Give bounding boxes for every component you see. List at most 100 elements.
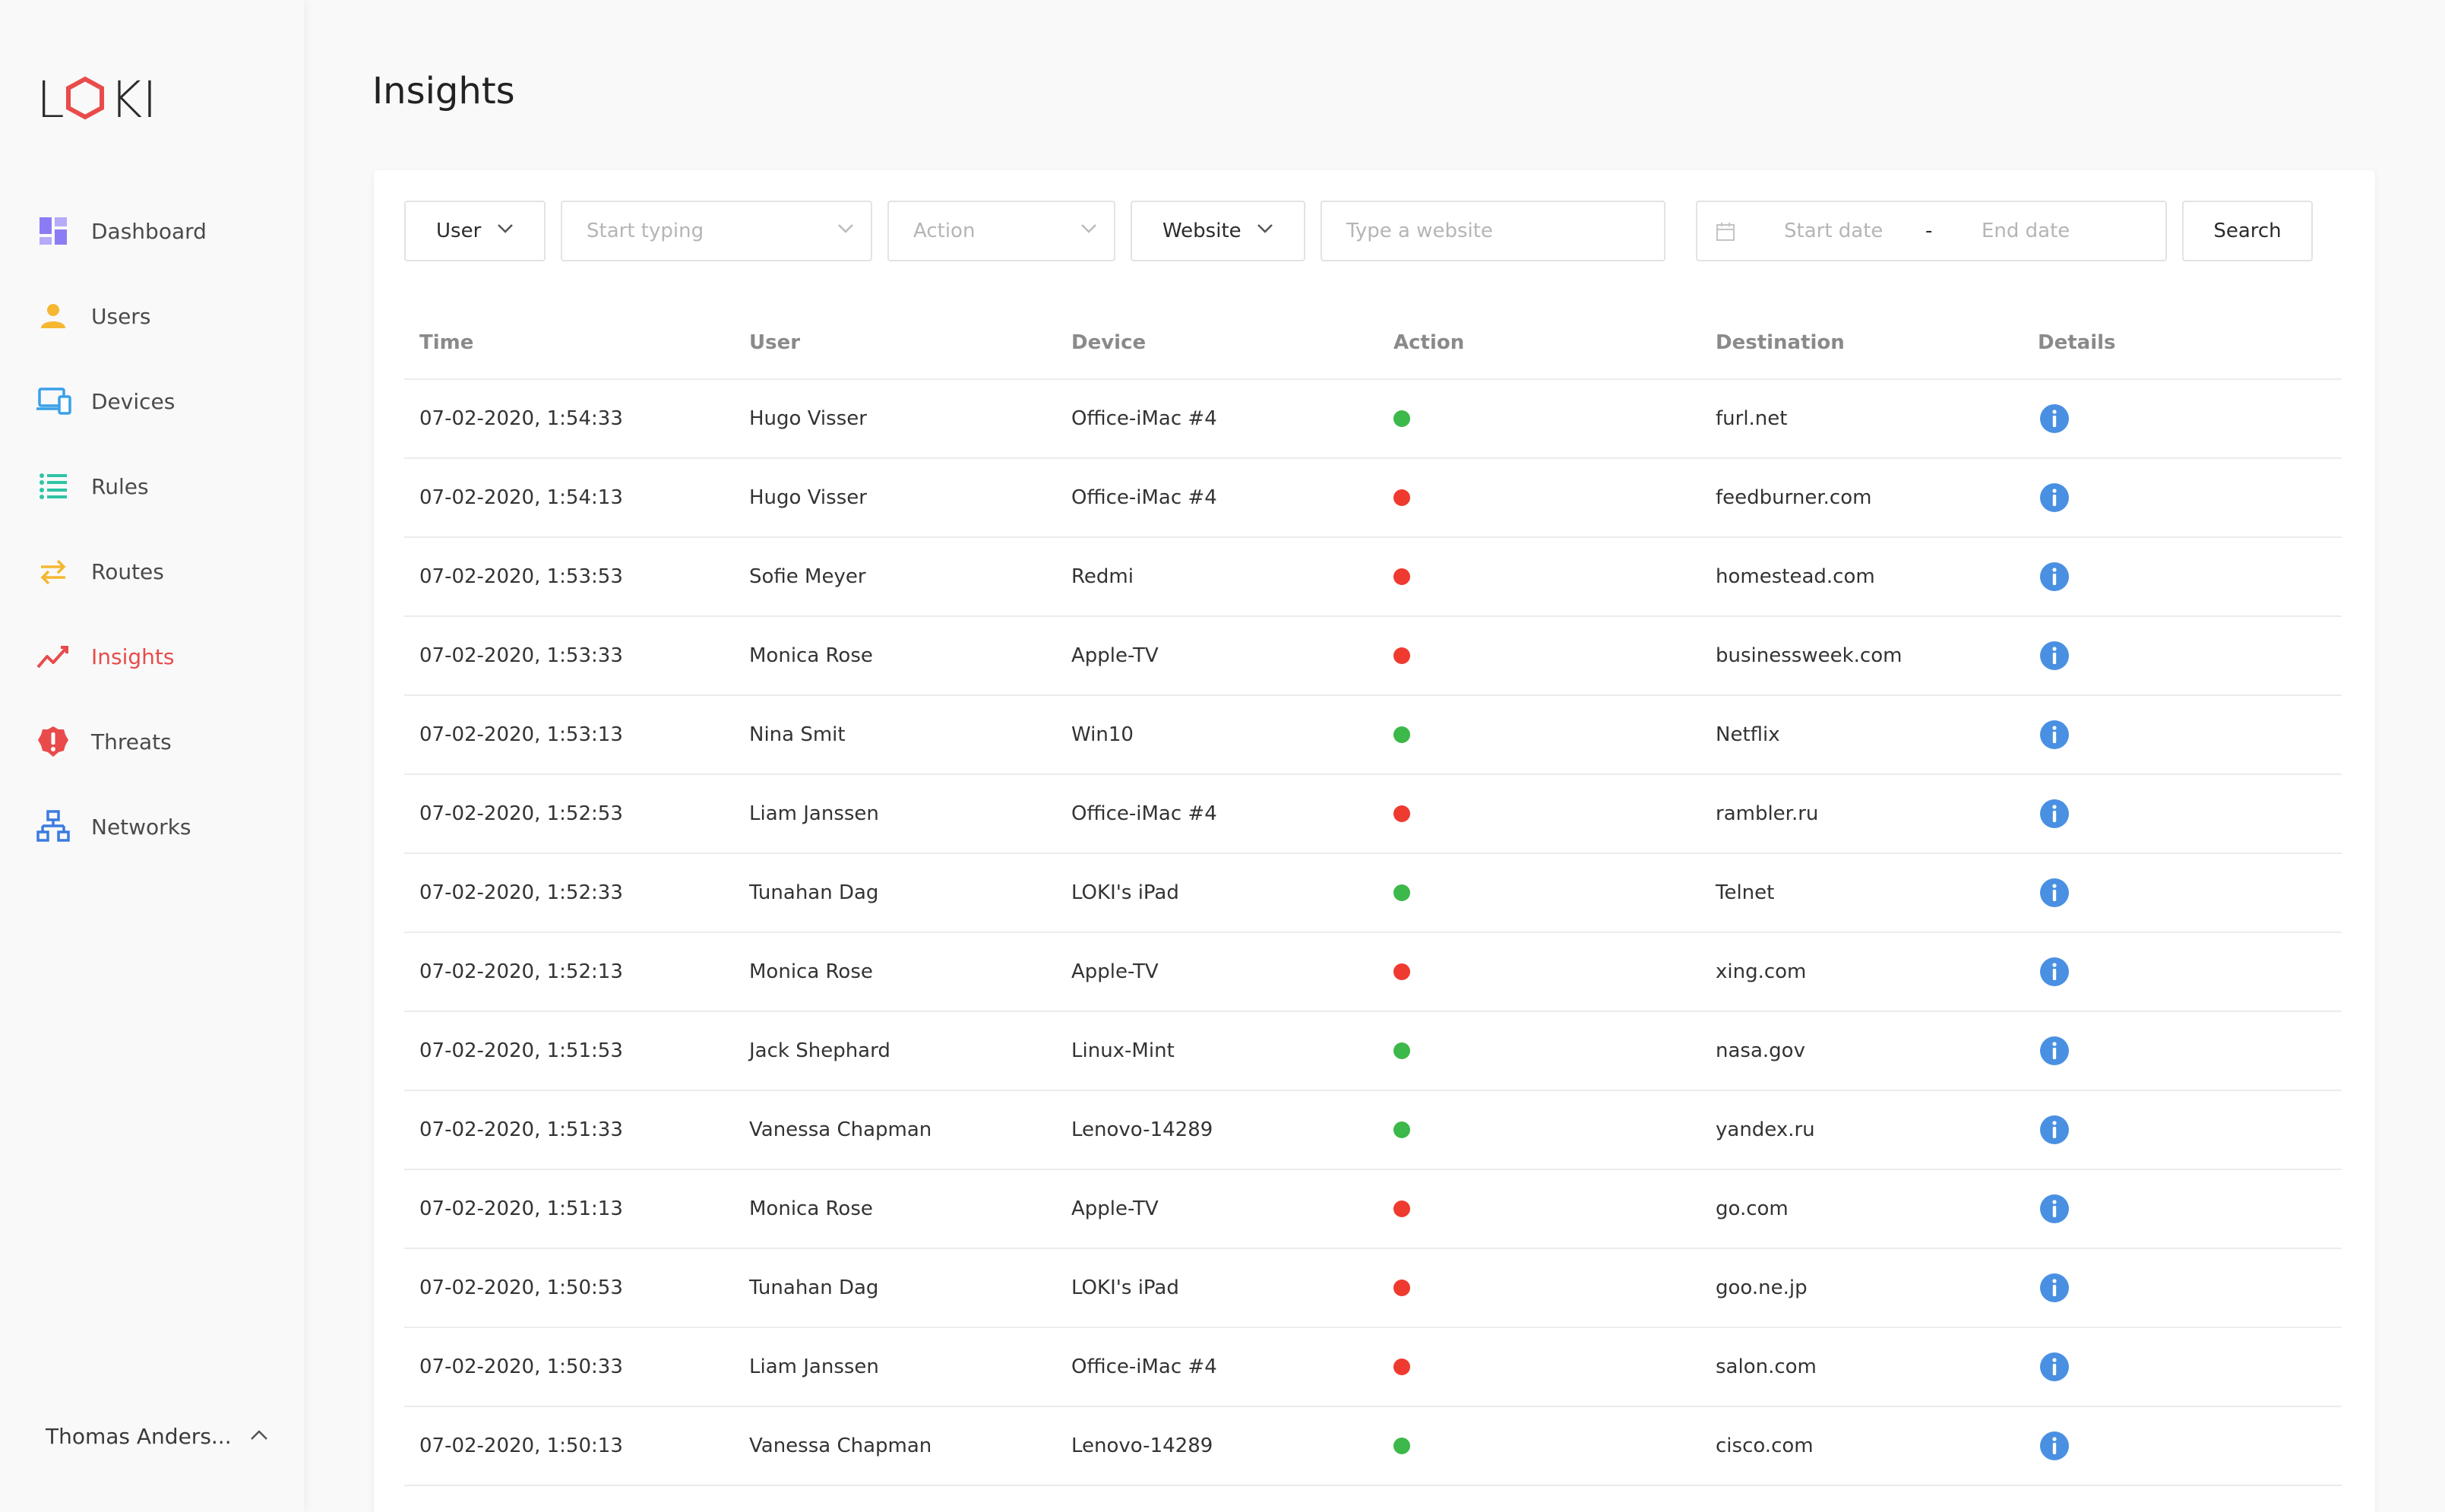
table-row[interactable]: 07-02-2020, 1:52:33 Tunahan Dag LOKI's iPa… (404, 854, 2342, 933)
start-date-input[interactable]: Start date (1784, 220, 1883, 242)
cell-destination: feedburner.com (1716, 486, 1872, 509)
svg-text:KI: KI (109, 73, 157, 123)
table-row[interactable]: 07-02-2020, 1:54:33 Hugo Visser Office-iMa… (404, 380, 2342, 459)
sidebar-item-rules[interactable]: Rules (0, 444, 304, 529)
cell-device: Office-iMac #4 (1071, 1355, 1217, 1378)
loki-logo[interactable]: L KI (36, 73, 158, 123)
end-date-input[interactable]: End date (1982, 220, 2070, 242)
action-status-dot (1393, 884, 1410, 901)
table-row[interactable]: 07-02-2020, 1:52:53 Liam Janssen Office-iM… (404, 775, 2342, 854)
search-button[interactable]: Search (2182, 201, 2313, 261)
cell-destination: homestead.com (1716, 565, 1875, 588)
user-search-placeholder: Start typing (587, 220, 704, 242)
cell-action (1393, 775, 1410, 852)
sidebar-item-routes[interactable]: Routes (0, 529, 304, 614)
action-status-dot (1393, 568, 1410, 585)
cell-destination: Telnet (1716, 881, 1775, 904)
cell-time: 07-02-2020, 1:53:13 (419, 723, 623, 746)
cell-details (2039, 1170, 2070, 1248)
cell-device: Office-iMac #4 (1071, 802, 1217, 825)
user-icon (35, 298, 71, 334)
cell-time: 07-02-2020, 1:52:13 (419, 960, 623, 983)
dashboard-icon (35, 213, 71, 249)
table-row[interactable]: 07-02-2020, 1:51:33 Vanessa Chapman Lenovo… (404, 1091, 2342, 1170)
table-row[interactable]: 07-02-2020, 1:50:33 Liam Janssen Office-iM… (404, 1328, 2342, 1407)
cell-device: Apple-TV (1071, 644, 1159, 667)
cell-device: Linux-Mint (1071, 1039, 1175, 1062)
cell-time: 07-02-2020, 1:54:13 (419, 486, 623, 509)
sidebar-nav: Dashboard Users Devices Rules Routes Ins… (0, 188, 304, 869)
action-status-dot (1393, 1438, 1410, 1454)
cell-user: Tunahan Dag (749, 1276, 879, 1299)
table-row[interactable]: 07-02-2020, 1:51:13 Monica Rose Apple-TV go… (404, 1170, 2342, 1249)
info-icon[interactable] (2039, 482, 2070, 513)
cell-user: Vanessa Chapman (749, 1118, 932, 1141)
cell-action (1393, 1249, 1410, 1327)
table-row[interactable]: 07-02-2020, 1:53:33 Monica Rose Apple-TV bu… (404, 617, 2342, 696)
table-row[interactable]: 07-02-2020, 1:50:13 Vanessa Chapman Lenovo… (404, 1407, 2342, 1486)
info-icon[interactable] (2039, 1115, 2070, 1145)
cell-details (2039, 775, 2070, 852)
info-icon[interactable] (2039, 878, 2070, 908)
action-status-dot (1393, 726, 1410, 743)
info-icon[interactable] (2039, 561, 2070, 592)
table-row[interactable]: 07-02-2020, 1:51:53 Jack Shephard Linux-Mi… (404, 1012, 2342, 1091)
sidebar-item-devices[interactable]: Devices (0, 359, 304, 444)
info-icon[interactable] (2039, 720, 2070, 750)
filter-bar: User Start typing Action Website Type a … (404, 201, 2349, 261)
cell-time: 07-02-2020, 1:53:53 (419, 565, 623, 588)
website-filter-value: Website (1162, 220, 1241, 242)
user-name: Thomas Anders... (46, 1424, 232, 1449)
info-icon[interactable] (2039, 1273, 2070, 1303)
cell-user: Tunahan Dag (749, 881, 879, 904)
cell-user: Monica Rose (749, 960, 873, 983)
table-row[interactable]: 07-02-2020, 1:53:53 Sofie Meyer Redmi homes… (404, 538, 2342, 617)
cell-action (1393, 1328, 1410, 1406)
sidebar-item-label: Rules (91, 473, 149, 499)
cell-destination: salon.com (1716, 1355, 1817, 1378)
table-row[interactable]: 07-02-2020, 1:52:13 Monica Rose Apple-TV xi… (404, 933, 2342, 1012)
sidebar-item-threats[interactable]: Threats (0, 699, 304, 784)
info-icon[interactable] (2039, 1194, 2070, 1224)
sidebar-item-networks[interactable]: Networks (0, 784, 304, 869)
table-row[interactable]: 07-02-2020, 1:50:53 Tunahan Dag LOKI's iPa… (404, 1249, 2342, 1328)
cell-time: 07-02-2020, 1:50:33 (419, 1355, 623, 1378)
sidebar-item-users[interactable]: Users (0, 274, 304, 359)
network-icon (35, 808, 71, 845)
cell-device: LOKI's iPad (1071, 1276, 1179, 1299)
info-icon[interactable] (2039, 1352, 2070, 1382)
page-title: Insights (372, 70, 515, 112)
cell-time: 07-02-2020, 1:51:53 (419, 1039, 623, 1062)
info-icon[interactable] (2039, 1431, 2070, 1461)
website-filter-select[interactable]: Website (1131, 201, 1305, 261)
info-icon[interactable] (2039, 1036, 2070, 1066)
website-input-placeholder: Type a website (1346, 220, 1493, 242)
cell-details (2039, 1328, 2070, 1406)
website-input[interactable]: Type a website (1321, 201, 1665, 261)
info-icon[interactable] (2039, 641, 2070, 671)
action-status-dot (1393, 1280, 1410, 1296)
column-header-action: Action (1393, 331, 1465, 354)
cell-device: LOKI's iPad (1071, 881, 1179, 904)
sidebar-item-insights[interactable]: Insights (0, 614, 304, 699)
list-icon (35, 468, 71, 505)
action-status-dot (1393, 1121, 1410, 1138)
loki-logo-mark: L KI (36, 73, 157, 123)
date-range-picker[interactable]: Start date - End date (1696, 201, 2167, 261)
sidebar-item-dashboard[interactable]: Dashboard (0, 188, 304, 274)
cell-device: Office-iMac #4 (1071, 486, 1217, 509)
table-row[interactable]: 07-02-2020, 1:53:13 Nina Smit Win10 Netflix (404, 696, 2342, 775)
info-icon[interactable] (2039, 957, 2070, 987)
cell-time: 07-02-2020, 1:54:33 (419, 407, 623, 430)
user-search-input[interactable]: Start typing (561, 201, 872, 261)
cell-details (2039, 1012, 2070, 1090)
sidebar-item-label: Insights (91, 644, 175, 669)
cell-device: Lenovo-14289 (1071, 1118, 1213, 1141)
action-filter-select[interactable]: Action (887, 201, 1115, 261)
table-row[interactable]: 07-02-2020, 1:54:13 Hugo Visser Office-iMa… (404, 459, 2342, 538)
info-icon[interactable] (2039, 799, 2070, 829)
info-icon[interactable] (2039, 403, 2070, 434)
user-filter-select[interactable]: User (404, 201, 546, 261)
user-menu[interactable]: Thomas Anders... (46, 1424, 268, 1449)
chevron-down-icon (1257, 224, 1273, 233)
